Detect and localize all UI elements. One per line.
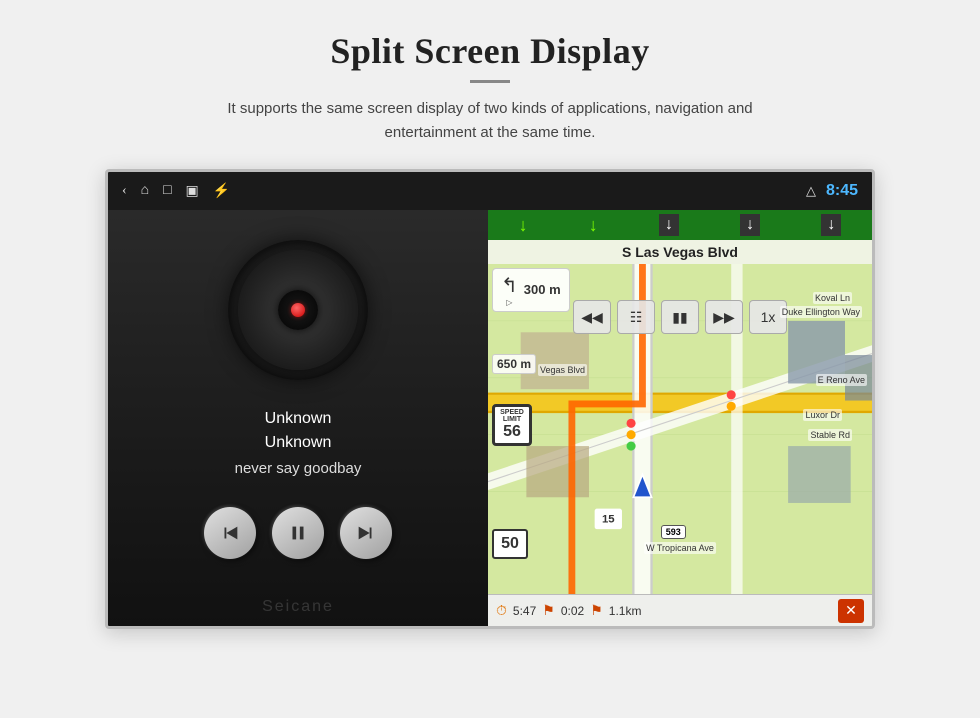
nav-arrow-box-1: ↓	[659, 214, 679, 236]
road-label-duke: Duke Ellington Way	[780, 306, 862, 318]
nav-bottom-bar: ⏱ 5:47 ⚑ 0:02 ⚑ 1.1km ✕	[488, 594, 872, 626]
title-divider	[470, 80, 510, 83]
flag-icon: ⚑	[542, 602, 555, 619]
nav-route-time: 0:02	[561, 604, 584, 618]
route-shield-593: 593	[661, 525, 686, 539]
nav-skip-fwd-btn[interactable]: ▶▶	[705, 300, 743, 334]
nav-skip-back-btn[interactable]: ◀◀	[573, 300, 611, 334]
music-info: Unknown Unknown never say goodbay	[235, 410, 362, 477]
next-button[interactable]	[340, 507, 392, 559]
music-album: Unknown	[235, 434, 362, 452]
prev-button[interactable]	[204, 507, 256, 559]
road-label-stable: Stable Rd	[808, 429, 852, 441]
nav-top-bar: ↓ ↓ ↓ ↓ ↓	[488, 210, 872, 240]
road-label-luxor: Luxor Dr	[803, 409, 842, 421]
speed-limit-value: 56	[495, 423, 529, 441]
nav-map-area: 15 ↰ ▷ 300 m	[488, 264, 872, 594]
status-right: △ 8:45	[806, 182, 858, 200]
music-panel: Unknown Unknown never say goodbay	[108, 210, 488, 626]
road-label-tropicana: W Tropicana Ave	[644, 542, 716, 554]
record-center	[291, 303, 305, 317]
nav-icons: ‹ ⌂ □ ▣ ⚡	[122, 183, 792, 200]
music-track: never say goodbay	[235, 460, 362, 477]
nav-time-elapsed: 5:47	[513, 604, 536, 618]
nav-close-button[interactable]: ✕	[838, 599, 864, 623]
image-icon[interactable]: ▣	[186, 183, 199, 200]
clock-icon: ⏱	[496, 602, 507, 619]
nav-arrow-box-2: ↓	[740, 214, 760, 236]
road-label-koval: Koval Ln	[813, 292, 852, 304]
turn-distance: 300 m	[524, 282, 561, 298]
nav-arrow-1: ↓	[519, 215, 528, 236]
subtitle: It supports the same screen display of t…	[180, 97, 800, 145]
nav-street-name: S Las Vegas Blvd	[488, 240, 872, 264]
music-artist: Unknown	[235, 410, 362, 428]
status-clock: 8:45	[826, 182, 858, 200]
svg-text:15: 15	[602, 513, 615, 525]
status-bar: ‹ ⌂ □ ▣ ⚡ △ 8:45	[108, 172, 872, 210]
nav-distance-remaining: 1.1km	[609, 604, 642, 618]
nav-grid-btn[interactable]: ☷	[617, 300, 655, 334]
pause-icon	[287, 522, 309, 544]
music-controls	[204, 507, 392, 559]
device-frame: ‹ ⌂ □ ▣ ⚡ △ 8:45 Unknown Unknown never	[105, 169, 875, 629]
nav-arrow-2: ↓	[589, 215, 598, 236]
prev-icon	[219, 522, 241, 544]
music-watermark: Seicane	[108, 598, 488, 616]
next-icon	[355, 522, 377, 544]
usb-icon[interactable]: ⚡	[213, 183, 230, 200]
nav-arrow-box-3: ↓	[821, 214, 841, 236]
square-icon[interactable]: □	[163, 183, 171, 199]
page-title: Split Screen Display	[330, 30, 649, 72]
speed-limit-label: SPEEDLIMIT	[495, 409, 529, 423]
nav-pause-btn[interactable]: ▮▮	[661, 300, 699, 334]
triangle-icon: △	[806, 183, 816, 199]
split-content: Unknown Unknown never say goodbay	[108, 210, 872, 626]
nav-panel: ↓ ↓ ↓ ↓ ↓ S Las Vegas Blvd	[488, 210, 872, 626]
flag-icon-2: ⚑	[590, 602, 603, 619]
distance-box: 650 m	[492, 354, 536, 374]
speed-display: 50	[492, 529, 528, 559]
road-label-reno: E Reno Ave	[816, 374, 867, 386]
pause-button[interactable]	[272, 507, 324, 559]
album-art	[228, 240, 368, 380]
road-label-vegas: Vegas Blvd	[538, 364, 587, 376]
home-icon[interactable]: ⌂	[141, 183, 149, 199]
speed-limit-sign: SPEEDLIMIT 56	[492, 404, 532, 446]
back-icon[interactable]: ‹	[122, 183, 127, 199]
album-art-inner	[278, 290, 318, 330]
